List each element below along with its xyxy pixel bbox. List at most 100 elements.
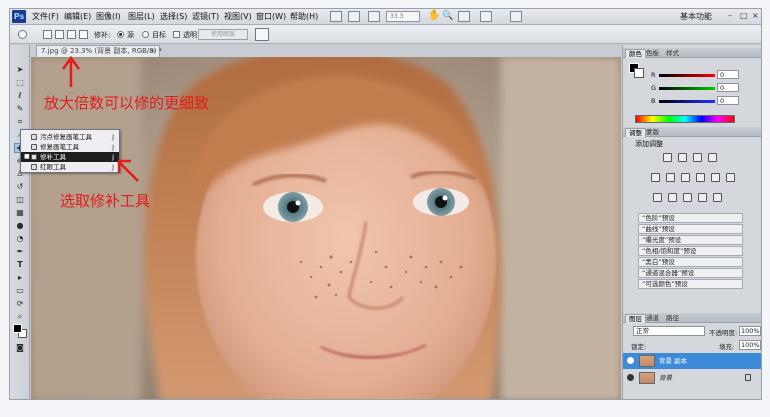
lasso-tool-icon[interactable]: ℓ bbox=[14, 91, 26, 101]
vibrance-icon[interactable] bbox=[651, 173, 660, 182]
blue-slider[interactable] bbox=[659, 100, 715, 103]
menu-layer[interactable]: 图层(L) bbox=[128, 11, 155, 22]
type-tool-icon[interactable]: T bbox=[14, 260, 26, 270]
new-selection-icon[interactable] bbox=[43, 30, 52, 39]
pen-tool-icon[interactable]: ✒ bbox=[14, 247, 26, 257]
move-tool-icon[interactable]: ➤ bbox=[14, 65, 26, 75]
gradient-tool-icon[interactable]: ▦ bbox=[14, 208, 26, 218]
tool-preset-icon[interactable] bbox=[18, 30, 27, 39]
pattern-picker[interactable] bbox=[255, 28, 269, 41]
flyout-item-red-eye[interactable]: 红眼工具 J bbox=[21, 162, 119, 172]
crop-tool-icon[interactable]: ⌗ bbox=[14, 117, 26, 127]
workspace-switcher[interactable]: 基本功能 bbox=[680, 11, 712, 22]
levels-icon[interactable] bbox=[678, 153, 687, 162]
gradient-map-icon[interactable] bbox=[698, 193, 707, 202]
preset-curves[interactable]: “曲线”预设 bbox=[638, 224, 743, 234]
zoom-tool-icon[interactable]: ⌕ bbox=[14, 312, 26, 322]
menu-help[interactable]: 帮助(H) bbox=[290, 11, 318, 22]
history-brush-tool-icon[interactable]: ↺ bbox=[14, 182, 26, 192]
brightness-contrast-icon[interactable] bbox=[663, 153, 672, 162]
green-value-input[interactable]: 0 bbox=[717, 83, 739, 92]
tool-annotation-arrow bbox=[117, 159, 139, 182]
opacity-input[interactable]: 100% bbox=[739, 326, 761, 336]
curves-icon[interactable] bbox=[693, 153, 702, 162]
preset-exposure[interactable]: “曝光度”预设 bbox=[638, 235, 743, 245]
mini-bridge-icon[interactable] bbox=[348, 11, 360, 22]
add-selection-icon[interactable] bbox=[55, 30, 64, 39]
preset-channel-mixer[interactable]: “通道混合器”预设 bbox=[638, 268, 743, 278]
tab-channels[interactable]: 通道 bbox=[643, 314, 662, 323]
color-panel-background-swatch[interactable] bbox=[634, 68, 644, 78]
panels-dock: 颜色 色板 样式 R 0 G 0 B 0 调整 蒙版 添加调整 “色阶”预设 “… bbox=[622, 45, 761, 399]
menu-filter[interactable]: 滤镜(T) bbox=[192, 11, 219, 22]
menu-view[interactable]: 视图(V) bbox=[224, 11, 252, 22]
screen-mode-icon[interactable] bbox=[510, 11, 522, 22]
visibility-eye-icon[interactable] bbox=[627, 374, 634, 381]
color-spectrum-bar[interactable] bbox=[635, 115, 735, 123]
blend-mode-select[interactable]: 正常 bbox=[633, 326, 705, 336]
red-slider[interactable] bbox=[659, 74, 715, 77]
preset-levels[interactable]: “色阶”预设 bbox=[638, 213, 743, 223]
fill-input[interactable]: 100% bbox=[739, 340, 761, 350]
quick-select-tool-icon[interactable]: ✎ bbox=[14, 104, 26, 114]
green-slider[interactable] bbox=[659, 87, 715, 90]
maximize-button[interactable]: □ bbox=[740, 11, 748, 20]
layer-row-background[interactable]: 背景 bbox=[623, 370, 761, 386]
preset-black-white[interactable]: “黑白”预设 bbox=[638, 257, 743, 267]
blue-value-input[interactable]: 0 bbox=[717, 96, 739, 105]
visibility-eye-icon[interactable] bbox=[627, 357, 634, 364]
rotate-view-icon[interactable] bbox=[458, 11, 470, 22]
preset-selective-color[interactable]: “可选颜色”预设 bbox=[638, 279, 743, 289]
photo-filter-icon[interactable] bbox=[711, 173, 720, 182]
color-balance-icon[interactable] bbox=[681, 173, 690, 182]
minimize-button[interactable]: – bbox=[728, 11, 732, 20]
menu-window[interactable]: 窗口(W) bbox=[256, 11, 286, 22]
arrange-documents-icon[interactable] bbox=[480, 11, 492, 22]
selective-color-icon[interactable] bbox=[713, 193, 722, 202]
tab-masks[interactable]: 蒙版 bbox=[643, 128, 662, 137]
close-window-button[interactable]: × bbox=[752, 11, 759, 20]
black-white-icon[interactable] bbox=[696, 173, 705, 182]
layer-row-background-copy[interactable]: 背景 副本 bbox=[623, 353, 761, 369]
eraser-tool-icon[interactable]: ◫ bbox=[14, 195, 26, 205]
menu-edit[interactable]: 编辑(E) bbox=[64, 11, 91, 22]
destination-radio[interactable] bbox=[142, 31, 149, 38]
tab-swatches[interactable]: 色板 bbox=[643, 49, 662, 58]
3d-rotate-tool-icon[interactable]: ⟳ bbox=[14, 299, 26, 309]
tab-paths[interactable]: 路径 bbox=[663, 314, 682, 323]
transparent-checkbox[interactable] bbox=[173, 31, 180, 38]
close-tab-icon[interactable]: × bbox=[150, 46, 156, 57]
preset-hue-saturation[interactable]: “色相/饱和度”预设 bbox=[638, 246, 743, 256]
red-value-input[interactable]: 0 bbox=[717, 70, 739, 79]
document-tab[interactable]: 7.jpg @ 23.3% (背景 副本, RGB/8) * × bbox=[36, 45, 162, 57]
dodge-tool-icon[interactable]: ◔ bbox=[14, 234, 26, 244]
menu-image[interactable]: 图像(I) bbox=[96, 11, 121, 22]
flyout-item-patch-tool[interactable]: ■ 修补工具 J bbox=[21, 152, 119, 162]
bridge-icon[interactable] bbox=[330, 11, 342, 22]
view-extras-icon[interactable] bbox=[368, 11, 380, 22]
hand-tool-icon[interactable]: ✋ bbox=[428, 11, 440, 22]
channel-mixer-icon[interactable] bbox=[726, 173, 735, 182]
intersect-selection-icon[interactable] bbox=[79, 30, 88, 39]
exposure-icon[interactable] bbox=[708, 153, 717, 162]
use-pattern-button[interactable]: 使用图案 bbox=[198, 29, 248, 40]
shape-tool-icon[interactable]: ▭ bbox=[14, 286, 26, 296]
threshold-icon[interactable] bbox=[683, 193, 692, 202]
flyout-item-healing-brush[interactable]: 修复画笔工具 J bbox=[21, 142, 119, 152]
subtract-selection-icon[interactable] bbox=[67, 30, 76, 39]
blur-tool-icon[interactable]: ● bbox=[14, 221, 26, 231]
menu-select[interactable]: 选择(S) bbox=[160, 11, 187, 22]
source-radio[interactable] bbox=[117, 31, 124, 38]
foreground-color-swatch[interactable] bbox=[13, 324, 22, 333]
quick-mask-icon[interactable]: ◙ bbox=[14, 343, 26, 353]
marquee-tool-icon[interactable]: ⬚ bbox=[14, 78, 26, 88]
zoom-level-field[interactable]: 33.3 bbox=[386, 11, 420, 22]
tab-styles[interactable]: 样式 bbox=[663, 49, 682, 58]
menu-file[interactable]: 文件(F) bbox=[32, 11, 59, 22]
path-select-tool-icon[interactable]: ▸ bbox=[14, 273, 26, 283]
invert-icon[interactable] bbox=[653, 193, 662, 202]
posterize-icon[interactable] bbox=[668, 193, 677, 202]
flyout-item-spot-healing[interactable]: 污点修复画笔工具 J bbox=[21, 132, 119, 142]
hue-saturation-icon[interactable] bbox=[666, 173, 675, 182]
zoom-tool-icon[interactable]: 🔍 bbox=[442, 11, 454, 22]
